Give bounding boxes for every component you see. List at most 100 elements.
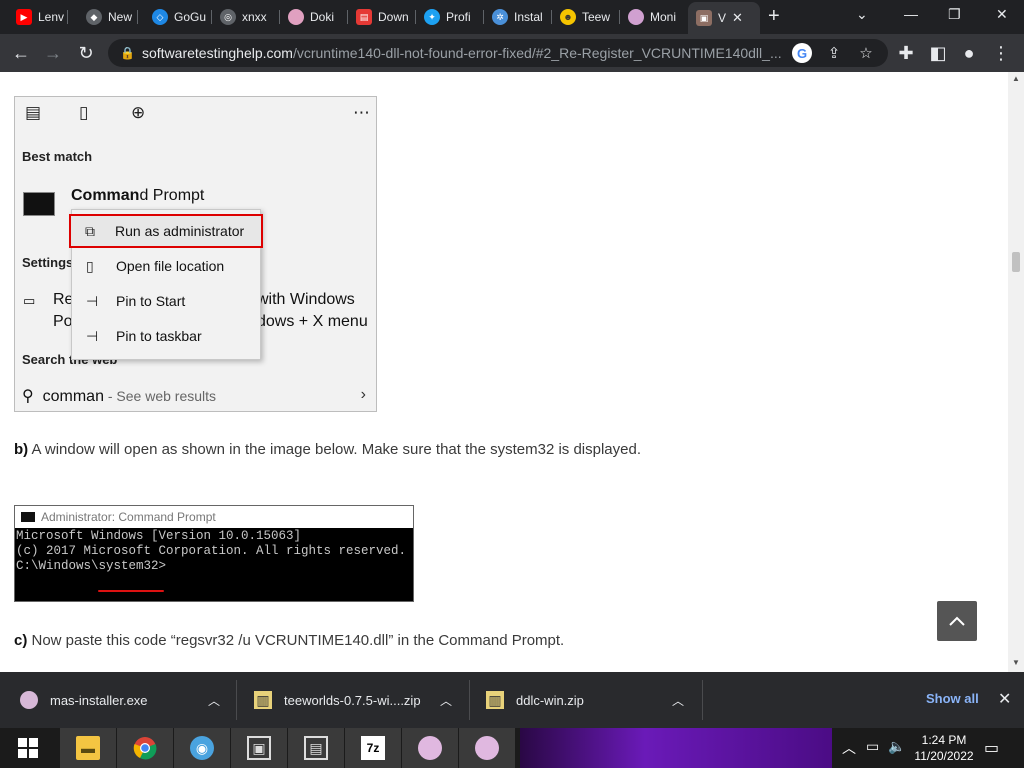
start-button[interactable] (2, 728, 54, 768)
tab[interactable]: ▤ Down (348, 4, 416, 30)
reload-button[interactable]: ↻ (75, 42, 97, 64)
forward-button[interactable]: → (42, 42, 64, 64)
scrollbar-thumb[interactable] (1012, 252, 1020, 272)
scroll-up-arrow[interactable]: ▲ (1012, 74, 1020, 83)
tab[interactable]: ✦ Profi (416, 4, 484, 30)
download-item[interactable]: mas-installer.exe ︿ (20, 672, 230, 728)
scroll-to-top-button[interactable] (937, 601, 977, 641)
settings-item-icon: ▭ (23, 293, 36, 308)
google-lens-icon[interactable]: G (792, 43, 812, 63)
web-search-row: ⚲ comman - See web results (22, 386, 216, 406)
close-tab-icon[interactable]: ✕ (732, 10, 743, 26)
clock-date: 11/20/2022 (914, 749, 974, 763)
taskbar-7zip[interactable]: 7z (345, 728, 401, 768)
tab[interactable]: Doki (280, 4, 348, 30)
cmd-line: Microsoft Windows [Version 10.0.15063] (16, 529, 302, 543)
side-panel-icon[interactable]: ◧ (927, 42, 949, 64)
taskbar-file-explorer[interactable]: ▬ (60, 728, 116, 768)
tab-title: Moni (650, 10, 677, 24)
taskbar-app[interactable]: ▤ (288, 728, 344, 768)
tab[interactable]: ✲ Instal (484, 4, 552, 30)
best-match-heading: Best match (22, 149, 93, 164)
menu-icon[interactable]: ⋮ (990, 42, 1012, 64)
cmd-title-bar: Administrator: Command Prompt (15, 506, 413, 528)
tab[interactable]: ◆ New (78, 4, 138, 30)
run-as-admin-icon: ⧉ (85, 222, 95, 239)
tab-search-icon[interactable]: ⌄ (856, 6, 868, 23)
volume-icon[interactable]: 🔈 (888, 738, 905, 755)
settings-item-text: with Windows (257, 291, 355, 308)
download-item[interactable]: ▥ ddlc-win.zip ︿ (486, 672, 696, 728)
chevron-up-icon (949, 616, 965, 626)
chevron-up-icon[interactable]: ︿ (440, 692, 452, 709)
teeworlds-icon: ☻ (560, 9, 576, 25)
zip-icon: ▥ (254, 691, 272, 709)
tab-title: Profi (446, 10, 471, 24)
lock-icon[interactable]: 🔒 (120, 46, 135, 60)
notifications-icon[interactable]: ▭ (984, 738, 999, 758)
settings-item-text: dows + X menu (257, 313, 368, 330)
profile-icon[interactable]: ● (958, 42, 980, 64)
tab[interactable]: ◎ xnxx (212, 4, 280, 30)
scroll-down-arrow[interactable]: ▼ (1012, 658, 1020, 667)
taskbar-active-window[interactable] (520, 728, 832, 768)
extensions-icon[interactable]: ✚ (895, 42, 917, 64)
tab[interactable]: ▶ Lenv (8, 4, 68, 30)
paragraph-c: c) Now paste this code “regsvr32 /u VCRU… (14, 632, 565, 649)
tab-title: Instal (514, 10, 543, 24)
taskbar-clock[interactable]: 1:24 PM 11/20/2022 (904, 732, 984, 764)
context-menu: ⧉ Run as administrator ▯ Open file locat… (69, 209, 263, 360)
tab[interactable]: ☻ Teew (552, 4, 620, 30)
more-options-icon: ⋯ (353, 103, 370, 122)
taskbar-app[interactable] (402, 728, 458, 768)
search-panel-image: ▤ ▯ ⊕ ⋯ Best match Command Prompt Settin… (14, 96, 377, 412)
new-tab-button[interactable]: + (768, 6, 780, 26)
url-path: /vcruntime140-dll-not-found-error-fixed/… (292, 45, 782, 61)
show-all-link[interactable]: Show all (926, 691, 979, 706)
avatar-app-icon (418, 736, 442, 760)
settings-item-text: Po (53, 313, 73, 330)
taskbar-app[interactable]: ◉ (174, 728, 230, 768)
taskbar-chrome[interactable] (117, 728, 173, 768)
web-filter-icon: ⊕ (131, 103, 146, 122)
share-icon[interactable]: ⇪ (824, 43, 844, 63)
address-bar[interactable]: 🔒 softwaretestinghelp.com/vcruntime140-d… (108, 39, 888, 67)
tab-title: Doki (310, 10, 335, 24)
chevron-right-icon: › (360, 386, 366, 403)
tab-active[interactable]: ▣ V ✕ (688, 2, 760, 34)
tab-title: V (718, 11, 727, 25)
app-window-icon: ▣ (247, 736, 271, 760)
download-filename: ddlc-win.zip (516, 692, 584, 708)
tab-title: GoGu (174, 10, 207, 24)
pin-icon: ⊣ (86, 327, 99, 344)
close-download-shelf-icon[interactable]: ✕ (998, 689, 1011, 709)
minimize-button[interactable]: — (904, 6, 918, 22)
chrome-icon (133, 737, 157, 760)
tab[interactable]: Moni (620, 4, 688, 30)
close-window-button[interactable]: ✕ (996, 6, 1008, 23)
back-button[interactable]: ← (10, 42, 32, 64)
snowflake-icon: ✲ (492, 9, 508, 25)
pin-to-taskbar-item: ⊣ Pin to taskbar (86, 327, 202, 345)
page-scrollbar[interactable]: ▲ ▼ (1008, 72, 1024, 672)
chevron-up-icon[interactable]: ︿ (208, 692, 220, 709)
tab-strip: ▶ Lenv ◆ New ◇ GoGu ◎ xnxx Doki ▤ Down ✦… (0, 0, 1024, 34)
taskbar-app[interactable]: ▣ (231, 728, 287, 768)
tab-title: Teew (582, 10, 611, 24)
download-filename: teeworlds-0.7.5-wi....zip (284, 692, 421, 708)
maximize-button[interactable]: ❐ (948, 6, 961, 23)
taskbar-app[interactable] (459, 728, 515, 768)
clock-time: 1:24 PM (921, 733, 967, 747)
documents-filter-icon: ▯ (79, 103, 89, 122)
url-host: softwaretestinghelp.com (142, 45, 293, 61)
zip-icon: ▥ (486, 691, 504, 709)
network-icon[interactable]: ▭ (866, 738, 879, 755)
show-hidden-icons-icon[interactable]: ︿ (842, 738, 856, 758)
chevron-up-icon[interactable]: ︿ (672, 692, 684, 709)
download-site-icon: ▤ (356, 9, 372, 25)
pin-to-start-item: ⊣ Pin to Start (86, 292, 186, 310)
download-item[interactable]: ▥ teeworlds-0.7.5-wi....zip ︿ (254, 672, 464, 728)
file-location-icon: ▯ (86, 257, 94, 274)
tab[interactable]: ◇ GoGu (144, 4, 212, 30)
bookmark-star-icon[interactable]: ☆ (856, 43, 876, 63)
